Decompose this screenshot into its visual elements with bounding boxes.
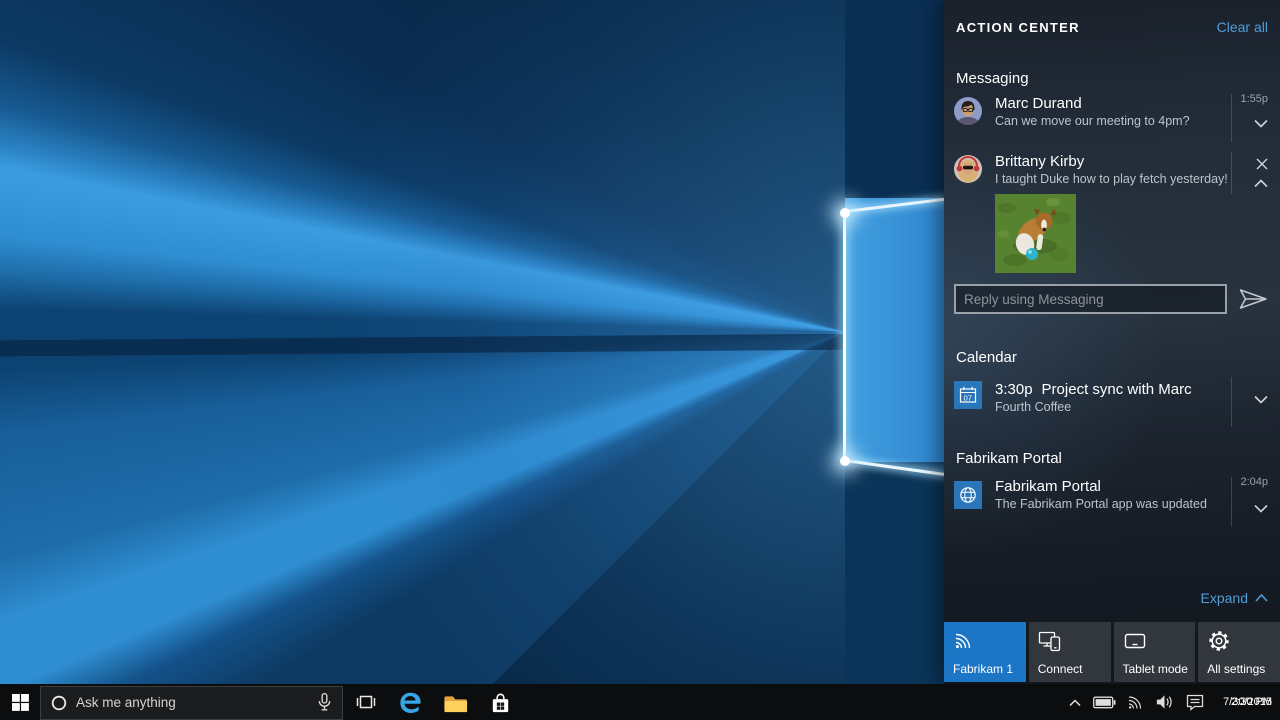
notification-sender: Marc Durand [995,95,1082,112]
notification-time: 2:04p [1240,476,1268,488]
system-tray: 2:30 PM 7/30/2015 [1068,693,1280,712]
microphone-icon[interactable] [317,692,332,713]
battery-icon[interactable] [1093,696,1116,709]
close-icon[interactable] [1256,158,1268,170]
windows-logo-icon [12,694,29,711]
desktop: ACTION CENTER Clear all Messaging Marc D… [0,0,1280,720]
folder-icon [442,690,469,715]
taskbar: 2:30 PM 7/30/2015 [0,684,1280,720]
chevron-down-icon[interactable] [1254,119,1268,128]
quick-action-tablet-mode[interactable]: Tablet mode [1114,622,1196,682]
action-center-tray-icon[interactable] [1185,693,1205,712]
avatar-marc [954,97,982,125]
section-header-calendar: Calendar [956,349,1017,366]
calendar-icon: 07 [954,381,982,409]
chevron-up-icon[interactable] [1254,179,1268,188]
send-button[interactable] [1238,288,1268,310]
notification-brittany[interactable]: Brittany Kirby I taught Duke how to play… [944,150,1280,194]
file-explorer-button[interactable] [433,684,478,720]
notification-message: The Fabrikam Portal app was updated [995,497,1207,511]
notification-time: 1:55p [1240,93,1268,105]
divider [1231,152,1232,194]
action-center-header: ACTION CENTER Clear all [956,16,1268,38]
window-corner-glow [840,208,850,218]
quick-action-fabrikam1[interactable]: Fabrikam 1 [944,622,1026,682]
edge-icon [397,689,424,716]
cortana-icon [51,695,67,711]
divider [1231,377,1232,427]
wifi-tray-icon[interactable] [1127,695,1144,709]
message-attachment-dog-photo[interactable] [995,194,1076,273]
avatar-brittany [954,155,982,183]
event-location: Fourth Coffee [995,400,1071,414]
settings-gear-icon [1207,629,1231,658]
speaker-icon[interactable] [1155,694,1174,710]
quick-actions: Fabrikam 1 Connect [944,622,1280,682]
wallpaper-dark-band [0,333,944,356]
reply-input[interactable] [954,284,1227,314]
section-header-messaging: Messaging [956,70,1029,87]
send-icon [1238,288,1268,310]
task-view-button[interactable] [343,684,388,720]
taskbar-search[interactable] [40,686,343,720]
expand-label: Expand [1201,590,1248,606]
search-input[interactable] [76,695,317,710]
section-header-fabrikam: Fabrikam Portal [956,450,1062,467]
action-center-panel: ACTION CENTER Clear all Messaging Marc D… [944,0,1280,684]
globe-icon [954,481,982,509]
event-name: Project sync with Marc [1042,381,1192,398]
window-corner-glow [840,456,850,466]
action-center-title: ACTION CENTER [956,20,1080,35]
wifi-icon [953,629,975,656]
clear-all-button[interactable]: Clear all [1217,19,1268,35]
event-title: 3:30p Project sync with Marc [995,381,1192,398]
start-button[interactable] [0,684,40,720]
wallpaper-window-right [845,0,944,684]
expand-button[interactable]: Expand [1201,590,1268,606]
store-button[interactable] [478,684,523,720]
tablet-icon [1123,629,1147,657]
svg-text:07: 07 [964,393,972,402]
store-bag-icon [488,690,513,715]
task-view-icon [355,691,377,713]
window-left-edge [843,211,846,461]
notification-message: Can we move our meeting to 4pm? [995,114,1190,128]
notification-marc[interactable]: Marc Durand Can we move our meeting to 4… [944,92,1280,146]
notification-fabrikam[interactable]: Fabrikam Portal The Fabrikam Portal app … [944,475,1280,531]
quick-action-connect[interactable]: Connect [1029,622,1111,682]
chevron-down-icon[interactable] [1254,504,1268,513]
notification-sender: Brittany Kirby [995,153,1084,170]
chevron-up-icon [1255,594,1268,602]
connect-icon [1038,629,1062,657]
notification-title: Fabrikam Portal [995,478,1101,495]
reply-row [954,284,1268,314]
tray-chevron-up-icon[interactable] [1068,698,1082,707]
divider [1231,94,1232,142]
event-time: 3:30p [995,381,1033,398]
notification-message: I taught Duke how to play fetch yesterda… [995,172,1228,186]
quick-action-all-settings[interactable]: All settings [1198,622,1280,682]
divider [1231,477,1232,527]
edge-browser-button[interactable] [388,684,433,720]
notification-calendar-event[interactable]: 07 3:30p Project sync with Marc Fourth Co… [944,375,1280,431]
chevron-down-icon[interactable] [1254,395,1268,404]
